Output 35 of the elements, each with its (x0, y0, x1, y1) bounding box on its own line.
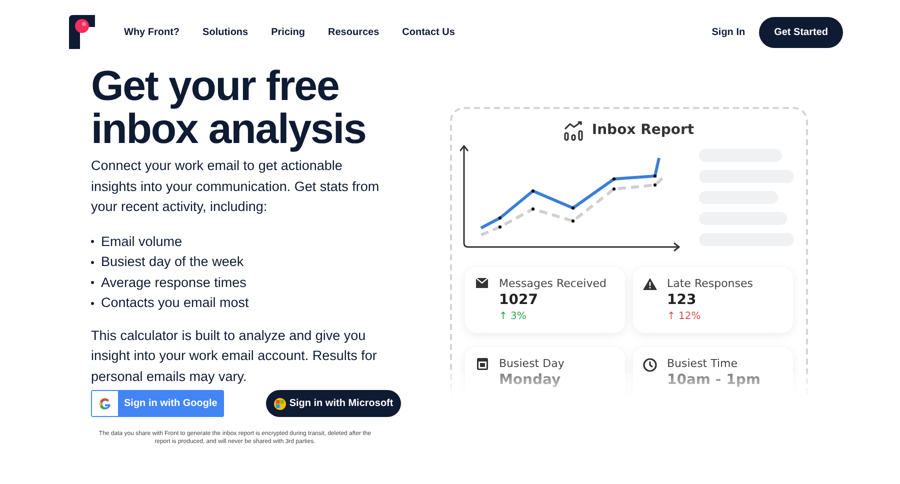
stat-value: 123 (667, 291, 698, 310)
stat-label: Busiest Day (499, 357, 564, 371)
clock-icon (643, 358, 657, 372)
calendar-icon (476, 358, 488, 370)
stat-value: 10am - 1pm (667, 371, 760, 390)
logo-icon[interactable] (69, 15, 95, 49)
hero-heading: Get your free inbox analysis (91, 64, 367, 150)
report-title: Inbox Report (592, 121, 694, 140)
stat-label: Late Responses (667, 277, 754, 291)
sign-in-link[interactable]: Sign In (712, 24, 746, 40)
chart-icon (564, 120, 586, 140)
stat-change: ↑ 3% (499, 310, 528, 324)
nav-link[interactable]: Why Front? (124, 24, 180, 40)
list-item: Busiest day of the week (101, 253, 244, 271)
stat-change: ↑ 12% (667, 310, 702, 324)
stat-value: 1027 (499, 291, 539, 310)
nav-link[interactable]: Pricing (271, 24, 306, 40)
microsoft-sign-in-button[interactable]: Sign in with Microsoft (266, 390, 402, 417)
google-sign-in-button[interactable]: Sign in with Google (91, 390, 224, 417)
microsoft-icon (274, 398, 286, 410)
list-item: Email volume (101, 232, 182, 250)
stat-label: Busiest Time (667, 357, 739, 371)
list-item: Average response times (101, 274, 246, 292)
envelope-icon (476, 278, 488, 288)
google-icon (98, 396, 112, 410)
stat-label: Messages Received (499, 277, 606, 291)
get-started-button[interactable]: Get Started (759, 16, 843, 48)
warning-icon (643, 278, 657, 290)
nav-link[interactable]: Contact Us (402, 24, 455, 40)
list-item: Contacts you email most (101, 294, 249, 312)
intro-paragraph: Connect your work email to get actionable insights into your communication. Get stats from your recent activity, including: (91, 157, 380, 216)
nav-link[interactable]: Resources (328, 24, 380, 40)
nav-link[interactable]: Solutions (202, 24, 248, 40)
note-paragraph: This calculator is built to analyze and give you insight into your work email account. Results for personal emails may vary. (91, 326, 378, 386)
stat-value: Monday (499, 371, 562, 390)
